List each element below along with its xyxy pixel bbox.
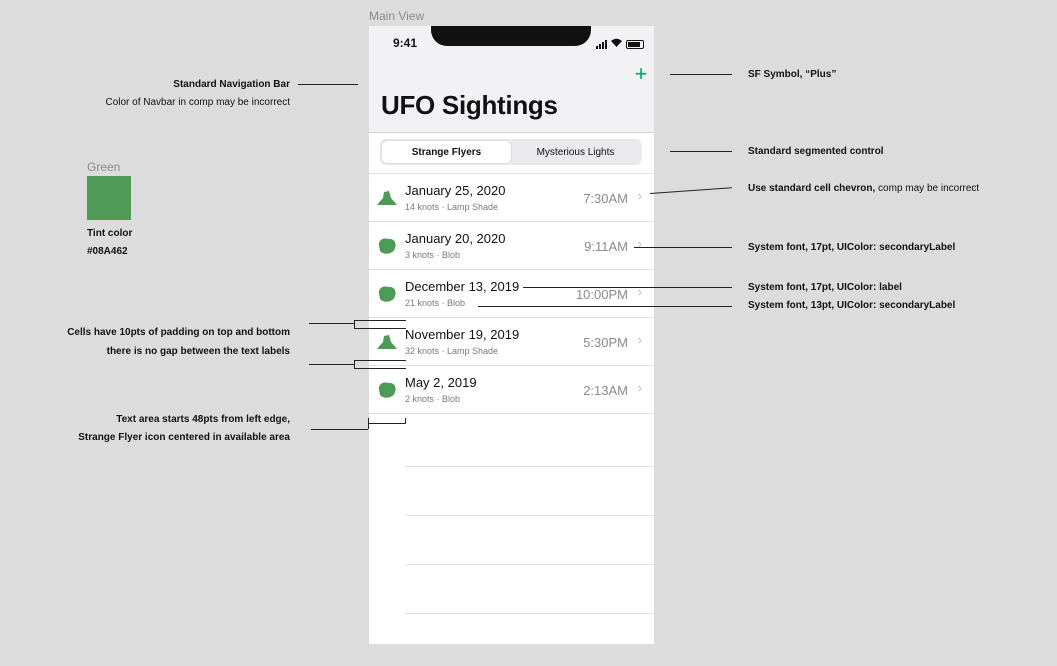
annotation-chevron-rest: comp may be incorrect [875,183,980,194]
annotation-line [354,320,355,328]
chevron-right-icon: › [637,188,642,203]
annotation-arrow [634,247,732,248]
annotation-arrow [670,151,732,152]
annotation-date-font: System font, 17pt, UIColor: label [748,282,902,293]
annotation-padding-1: Cells have 10pts of padding on top and b… [67,327,290,338]
segmented-control: Strange Flyers Mysterious Lights [380,139,642,165]
annotation-line [354,328,406,329]
table-row[interactable]: January 25, 2020 14 knots · Lamp Shade 7… [369,174,654,222]
row-detail: 32 knots · Lamp Shade [405,346,499,356]
status-bar-icons [596,38,644,49]
empty-row-separator [405,613,654,614]
annotation-line [311,429,368,430]
row-date: January 20, 2020 [405,231,506,246]
annotation-line [309,364,354,365]
table-row[interactable]: May 2, 2019 2 knots · Blob 2:13AM › [369,366,654,414]
status-bar-time: 9:41 [393,36,418,50]
chevron-right-icon: › [637,236,642,251]
tint-color-hex: #08A462 [87,246,128,257]
tint-color-caption: Tint color [87,228,133,239]
cellular-signal-icon [596,40,607,49]
empty-row-separator [405,466,654,467]
annotation-line [354,320,406,321]
lamp-shade-icon [375,332,399,352]
segment-strange-flyers[interactable]: Strange Flyers [382,141,511,163]
annotation-textarea-2: Strange Flyer icon centered in available… [78,432,290,443]
tint-color-swatch [87,176,131,220]
annotation-arrow [670,74,732,75]
chevron-right-icon: › [637,380,642,395]
annotation-line [368,423,405,424]
annotation-arrow [478,306,732,307]
row-detail: 14 knots · Lamp Shade [405,202,499,212]
annotation-line [354,368,406,369]
annotation-time-font: System font, 17pt, UIColor: secondaryLab… [748,242,956,253]
annotation-plus: SF Symbol, “Plus” [748,69,837,80]
page-title: UFO Sightings [381,90,558,120]
annotation-navbar-sub: Color of Navbar in comp may be incorrect [105,97,290,108]
annotation-arrow [523,287,732,288]
annotation-segmented: Standard segmented control [748,146,884,157]
wifi-icon [611,38,622,49]
row-date: November 19, 2019 [405,327,520,342]
segment-mysterious-lights[interactable]: Mysterious Lights [511,141,640,163]
artboard-title: Main View [369,9,425,23]
row-time: 10:00PM [575,287,628,302]
annotation-chevron: Use standard cell chevron, comp may be i… [748,183,979,194]
battery-icon [626,40,644,49]
row-detail: 2 knots · Blob [405,394,461,404]
row-detail: 3 knots · Blob [405,250,461,260]
table-row[interactable]: December 13, 2019 21 knots · Blob 10:00P… [369,270,654,318]
device-notch [431,26,591,46]
row-detail: 21 knots · Blob [405,298,466,308]
empty-row-separator [405,515,654,516]
table-row[interactable]: January 20, 2020 3 knots · Blob 9:11AM › [369,222,654,270]
row-time: 7:30AM [583,191,628,206]
row-date: December 13, 2019 [405,279,520,294]
annotation-textarea-1: Text area starts 48pts from left edge, [116,414,290,425]
blob-icon [375,236,399,256]
add-sighting-button[interactable]: + [631,63,651,85]
row-date: May 2, 2019 [405,375,477,390]
annotation-line [405,418,406,424]
blob-icon [375,284,399,304]
chevron-right-icon: › [637,332,642,347]
segmented-control-container: Strange Flyers Mysterious Lights [369,133,654,174]
annotation-chevron-bold: Use standard cell chevron, [748,183,876,194]
empty-row-separator [405,564,654,565]
annotation-arrow [298,84,358,85]
row-date: January 25, 2020 [405,183,506,198]
annotation-line [354,360,406,361]
row-time: 2:13AM [583,383,628,398]
row-time: 5:30PM [583,335,628,350]
swatch-label: Green [87,160,121,174]
navigation-bar: 9:41 + UFO Sightings [369,26,654,133]
blob-icon [375,380,399,400]
phone-screen: 9:41 + UFO Sightings Strange Flyers Myst… [369,26,654,644]
annotation-navbar-title: Standard Navigation Bar [173,79,290,90]
annotation-arrow [649,187,732,194]
annotation-line [309,323,354,324]
table-row[interactable]: November 19, 2019 32 knots · Lamp Shade … [369,318,654,366]
annotation-sub-font: System font, 13pt, UIColor: secondaryLab… [748,300,956,311]
annotation-line [354,360,355,368]
sightings-table: January 25, 2020 14 knots · Lamp Shade 7… [369,174,654,414]
annotation-padding-2: there is no gap between the text labels [106,346,290,357]
lamp-shade-icon [375,188,399,208]
row-time: 9:11AM [584,239,628,254]
